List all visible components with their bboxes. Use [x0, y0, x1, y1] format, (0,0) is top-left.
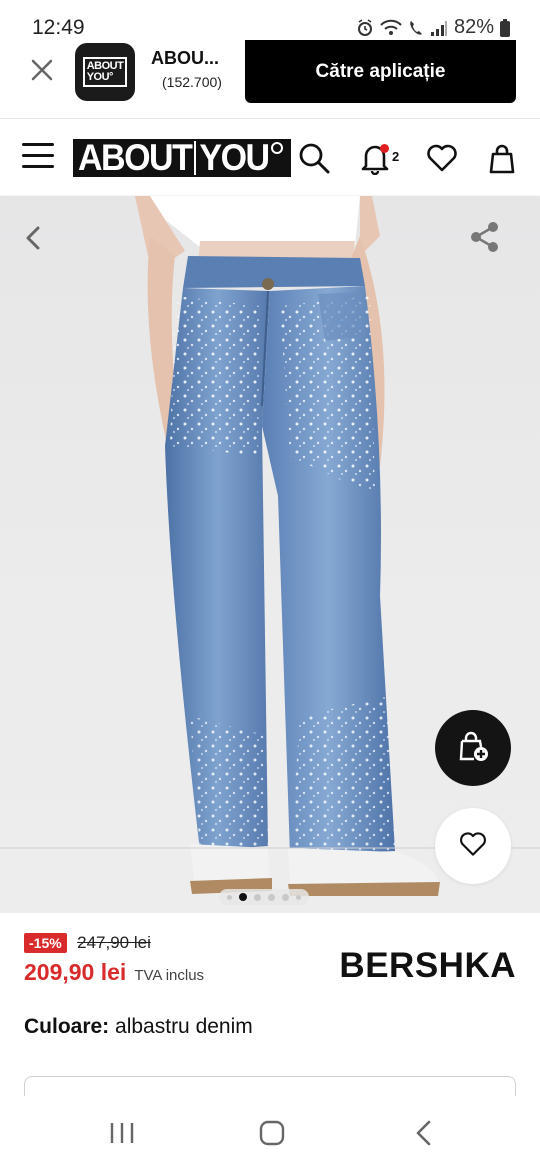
heart-icon [458, 829, 488, 864]
product-image-gallery[interactable] [0, 196, 540, 913]
app-install-banner: ABOUT YOU° ABOU... (152.700) Către aplic… [0, 40, 540, 116]
gallery-pagination[interactable] [219, 889, 309, 905]
app-icon-line2: YOU° [86, 71, 114, 83]
bag-icon[interactable] [486, 141, 520, 175]
logo-separator [194, 141, 197, 175]
discount-badge: -15% [24, 933, 67, 953]
pagination-dot[interactable] [268, 893, 275, 901]
brand-logo[interactable]: ABOUT YOU [73, 137, 291, 179]
recent-apps-icon[interactable] [102, 1118, 142, 1148]
close-icon[interactable] [28, 56, 56, 84]
pagination-dot[interactable] [296, 894, 301, 900]
open-app-button[interactable]: Către aplicație [245, 40, 516, 103]
heart-icon[interactable] [425, 141, 459, 175]
banner-app-title: ABOU... [151, 48, 220, 68]
old-price: 247,90 lei [77, 933, 151, 952]
banner-rating-count: (152.700) [162, 74, 222, 90]
pagination-dot-active[interactable] [239, 893, 247, 901]
price-block: -15% 247,90 lei 209,90 lei TVA inclus [24, 933, 204, 986]
pagination-dot[interactable] [254, 893, 261, 901]
bag-plus-icon [456, 729, 490, 768]
color-value: albastru denim [115, 1015, 253, 1038]
share-icon[interactable] [468, 220, 502, 254]
add-to-bag-button[interactable] [435, 710, 511, 786]
color-info: Culoare: albastru denim [24, 1015, 253, 1039]
alarm-icon [356, 18, 374, 37]
pagination-dot[interactable] [282, 893, 289, 901]
logo-degree-mark [270, 142, 283, 154]
logo-text-you: YOU [199, 137, 270, 179]
call-icon [408, 19, 424, 37]
wishlist-button[interactable] [435, 808, 511, 884]
logo-text-about: ABOUT [78, 137, 193, 179]
battery-text: 82% [453, 16, 494, 38]
product-image [0, 196, 540, 896]
back-icon[interactable] [404, 1118, 444, 1148]
current-price: 209,90 lei [24, 959, 127, 985]
signal-icon [430, 19, 448, 37]
status-time: 12:49 [32, 16, 85, 39]
app-icon-logo: ABOUT YOU° [82, 57, 128, 87]
pagination-dot[interactable] [227, 894, 232, 900]
color-label: Culoare: [24, 1015, 110, 1038]
home-icon[interactable] [252, 1118, 292, 1148]
wifi-icon [380, 19, 402, 37]
notification-count: 2 [392, 149, 400, 164]
notification-dot [380, 144, 389, 153]
vat-note: TVA inclus [134, 967, 205, 984]
menu-icon[interactable] [22, 143, 54, 169]
product-brand[interactable]: BERSHKA [339, 946, 516, 986]
main-header: ABOUT YOU 2 [0, 119, 540, 195]
app-icon: ABOUT YOU° [75, 43, 135, 101]
status-icons: 82% [356, 16, 510, 39]
search-icon[interactable] [297, 141, 331, 175]
system-nav-bar [0, 1096, 540, 1170]
battery-icon [500, 18, 510, 37]
chevron-left-icon[interactable] [18, 222, 50, 254]
